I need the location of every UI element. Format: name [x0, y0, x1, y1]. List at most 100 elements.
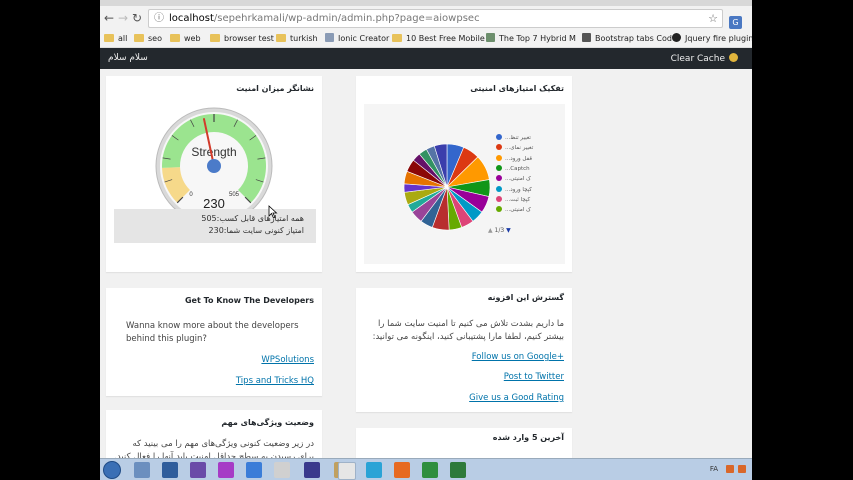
premiere-icon[interactable] [304, 462, 320, 478]
gauge-max-label: 505 [229, 192, 240, 198]
folder-icon [134, 34, 144, 42]
back-icon[interactable]: ← [102, 11, 116, 25]
media-player-icon[interactable] [190, 462, 206, 478]
wpsolutions-link[interactable]: WPSolutions [261, 355, 314, 365]
bookmark-label: all [118, 34, 128, 43]
panel-title: وضعیت ویژگی‌های مهم [221, 418, 314, 427]
tray-icon[interactable] [726, 465, 734, 473]
app-icon[interactable] [274, 462, 290, 478]
clear-cache-button[interactable]: Clear Cache [671, 53, 738, 64]
security-strength-panel: نشانگر میزان امنیت Strength 0 505 230 هم… [106, 76, 322, 272]
twitter-post-link[interactable]: Post to Twitter [504, 372, 564, 382]
browser-toolbar: ← → ↻ ⓘ localhost/sepehrkamali/wp-admin/… [100, 6, 752, 31]
folder-icon [104, 34, 114, 42]
translate-extension-icon[interactable]: G [729, 16, 742, 29]
shield-app-icon[interactable] [246, 462, 262, 478]
spread-plugin-panel: گسترش این افزونه ما داریم بشدت تلاش می ک… [356, 288, 572, 412]
legend-pager[interactable]: ▲ 1/3 ▼ [488, 227, 511, 234]
wp-admin-bar: سلام سلام Clear Cache [100, 48, 752, 69]
bookmark-label: turkish [290, 34, 318, 43]
bookmark-jquery-fire[interactable]: Jquery fire plugin: f [672, 33, 752, 45]
legend-item[interactable]: ...ک امنیتی [496, 175, 531, 182]
legend-label: ...تغییر نمای [505, 145, 534, 152]
bookmark-label: seo [148, 34, 162, 43]
bookmark-star-icon[interactable]: ☆ [708, 10, 718, 27]
chrome-icon[interactable] [338, 462, 356, 480]
start-button[interactable] [103, 461, 121, 479]
legend-swatch [496, 144, 502, 151]
legend-item[interactable]: ...ک امنیتی [496, 206, 531, 213]
admin-greeting[interactable]: سلام سلام [108, 53, 148, 63]
legend-label: ...کپچا ورود [505, 186, 532, 193]
info-current-points: امتیاز کنونی سایت شما:230 [208, 226, 304, 235]
bookmark-label: web [184, 34, 201, 43]
developers-panel: Get To Know The Developers Wanna know mo… [106, 288, 322, 396]
panel-title: نشانگر میزان امنیت [236, 84, 314, 93]
bookmark-label: The Top 7 Hybrid M [499, 34, 576, 43]
windows-taskbar: FA [100, 458, 752, 480]
legend-item[interactable]: ...کپچا ثبت [496, 195, 531, 203]
bookmark-folder-browser-test[interactable]: browser test [210, 33, 274, 45]
app-icon[interactable] [218, 462, 234, 478]
site-icon [486, 33, 495, 42]
legend-page-number: 1/3 [494, 227, 505, 234]
bookmark-bootstrap-tabs[interactable]: Bootstrap tabs Code [582, 33, 677, 45]
legend-item[interactable]: ...تغییر تنظ [496, 134, 531, 141]
panel-title: Get To Know The Developers [184, 296, 314, 305]
legend-item[interactable]: ...کپچا ورود [496, 185, 532, 193]
panel-title: آخرین 5 وارد شده [492, 433, 564, 442]
explorer-icon[interactable] [134, 462, 150, 478]
tray-icon[interactable] [738, 465, 746, 473]
gauge-label: Strength [191, 145, 236, 159]
address-bar[interactable]: ⓘ localhost/sepehrkamali/wp-admin/admin.… [148, 9, 723, 28]
site-icon [672, 33, 681, 42]
gauge-info-box: همه امتیازهای قابل کسب:505 امتیاز کنونی … [114, 209, 316, 243]
bookmark-folder-web[interactable]: web [170, 33, 201, 45]
folder-icon [210, 34, 220, 42]
forward-icon[interactable]: → [116, 11, 130, 25]
bookmark-folder-turkish[interactable]: turkish [276, 33, 318, 45]
legend-swatch [496, 195, 502, 202]
camtasia-icon[interactable] [450, 462, 466, 478]
strength-gauge: Strength 0 505 230 [155, 107, 273, 225]
bookmark-label: browser test [224, 34, 274, 43]
security-pie-chart [403, 143, 491, 231]
bookmark-label: Ionic Creator [338, 34, 390, 43]
screen: ← → ↻ ⓘ localhost/sepehrkamali/wp-admin/… [100, 0, 752, 480]
mouse-cursor-icon [268, 205, 278, 219]
legend-item[interactable]: ...Captch [496, 164, 530, 172]
bookmark-label: Bootstrap tabs Code [595, 34, 677, 43]
clear-cache-label: Clear Cache [670, 54, 725, 64]
telegram-icon[interactable] [366, 462, 382, 478]
gauge-hub [207, 159, 221, 173]
chart-area: ...تغییر تنظ ...تغییر نمای ...قفل ورود ...C… [364, 104, 565, 264]
legend-label: ...قفل ورود [505, 155, 532, 162]
firefox-icon[interactable] [394, 462, 410, 478]
tips-and-tricks-link[interactable]: Tips and Tricks HQ [236, 376, 314, 386]
bookmark-10-best[interactable]: 10 Best Free Mobile [392, 33, 485, 45]
legend-item[interactable]: ...تغییر نمای [496, 144, 533, 151]
bookmark-top-7-hybrid[interactable]: The Top 7 Hybrid M [486, 33, 576, 45]
legend-item[interactable]: ...قفل ورود [496, 154, 532, 162]
google-follow-link[interactable]: Follow us on Google+ [472, 352, 564, 362]
legend-next-icon[interactable]: ▼ [506, 227, 511, 234]
legend-label: ...کپچا ثبت [505, 196, 531, 203]
panel-title: تفکیک امتیازهای امنیتی [470, 84, 564, 93]
bookmarks-bar: all seo web browser test turkish Ionic C… [100, 31, 752, 48]
folder-icon [392, 34, 402, 42]
language-indicator[interactable]: FA [710, 465, 718, 473]
bookmark-folder-all[interactable]: all [104, 33, 127, 45]
bookmark-ionic-creator[interactable]: Ionic Creator [325, 33, 389, 45]
rating-link[interactable]: Give us a Good Rating [469, 393, 564, 403]
legend-swatch [496, 164, 502, 171]
reload-icon[interactable]: ↻ [130, 11, 144, 25]
excel-icon[interactable] [422, 462, 438, 478]
bookmark-label: Jquery fire plugin: f [685, 34, 752, 43]
app-arrow-icon[interactable] [162, 462, 178, 478]
page-info-icon[interactable]: ⓘ [154, 10, 164, 27]
bookmark-folder-seo[interactable]: seo [134, 33, 162, 45]
spread-text: ما داریم بشدت تلاش می کنیم تا امنیت سایت… [372, 319, 564, 342]
legend-swatch [496, 175, 502, 182]
legend-swatch [496, 154, 502, 161]
legend-prev-icon[interactable]: ▲ [488, 227, 493, 234]
